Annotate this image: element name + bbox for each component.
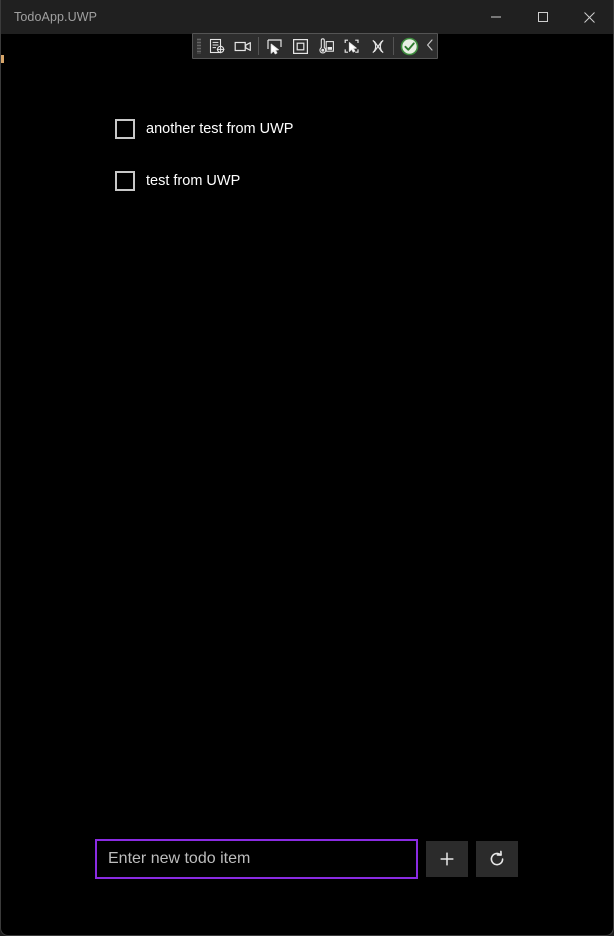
grip-dots-icon [196,38,201,54]
list-item[interactable]: another test from UWP [115,118,593,140]
display-layout-adorners-button[interactable] [287,34,313,58]
select-element-button[interactable] [261,34,287,58]
new-todo-input[interactable] [95,839,418,879]
hot-reload-status-button[interactable] [396,34,422,58]
hot-reload-flame-icon [369,38,387,55]
window-controls [472,0,613,34]
thermometer-panel-icon [317,37,335,55]
check-circle-icon [400,37,419,56]
go-to-live-visual-tree-button[interactable] [204,34,230,58]
refresh-todos-button[interactable] [476,841,518,877]
toolbar-separator [393,37,394,55]
plus-icon [438,850,456,868]
cursor-select-icon [266,38,283,55]
refresh-icon [488,850,506,868]
add-todo-button[interactable] [426,841,468,877]
todo-item-label: another test from UWP [146,121,294,137]
window-title: TodoApp.UWP [14,10,98,24]
minimize-icon [490,11,502,23]
window-edge-accent [1,55,4,63]
todo-checkbox[interactable] [115,171,135,191]
app-window: TodoApp.UWP another test from UWP test f… [0,0,614,936]
window-titlebar[interactable]: TodoApp.UWP [1,0,613,34]
todo-checkbox[interactable] [115,119,135,139]
live-visual-tree-icon [209,38,226,55]
minimize-button[interactable] [472,0,519,34]
collapse-toolbar-button[interactable] [422,34,437,58]
hot-reload-button[interactable] [365,34,391,58]
video-camera-icon [234,38,252,55]
cursor-frame-icon [343,38,361,55]
todo-list: another test from UWP test from UWP [115,118,593,222]
maximize-icon [537,11,549,23]
toolbar-separator [258,37,259,55]
xaml-hot-reload-toolbar[interactable] [192,33,438,59]
close-button[interactable] [566,0,613,34]
layout-adorner-icon [292,38,309,55]
go-to-source-button[interactable] [339,34,365,58]
live-preview-button[interactable] [230,34,256,58]
track-focused-element-button[interactable] [313,34,339,58]
toolbar-drag-grip[interactable] [193,34,204,58]
maximize-button[interactable] [519,0,566,34]
todo-item-label: test from UWP [146,173,241,189]
close-icon [583,11,596,24]
list-item[interactable]: test from UWP [115,170,593,192]
new-todo-entry-bar [95,839,518,879]
chevron-left-icon [426,38,434,54]
